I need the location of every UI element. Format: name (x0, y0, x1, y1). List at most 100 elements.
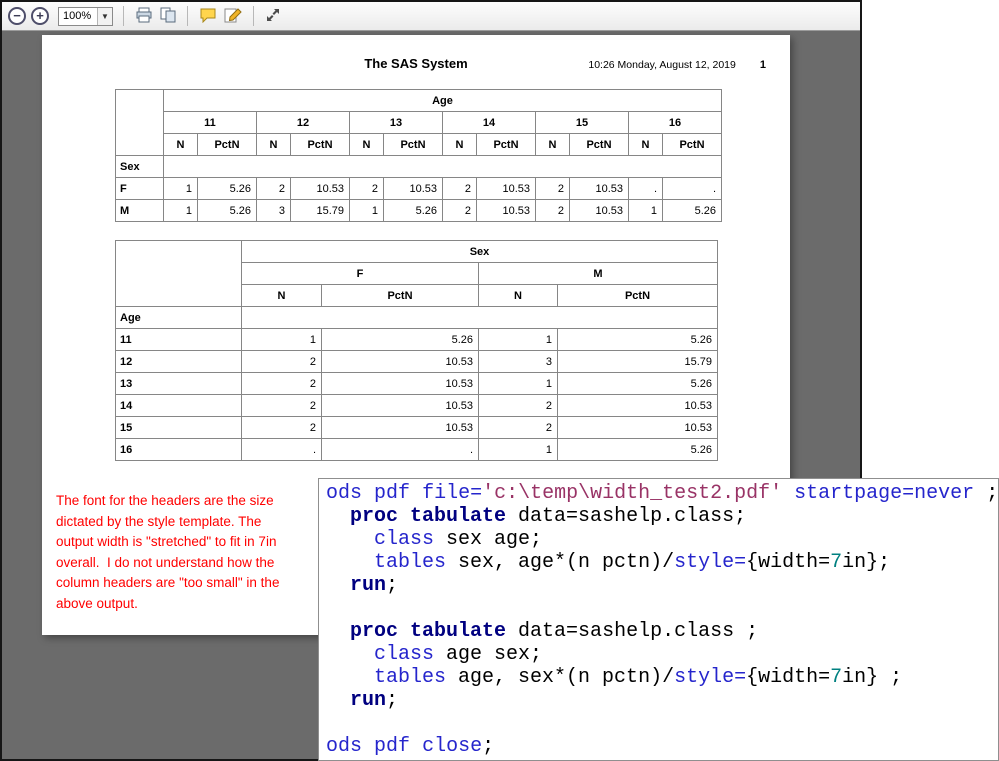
annotate-button[interactable] (223, 6, 243, 27)
data-cell: 10.53 (477, 178, 536, 200)
table-row: F15.26210.53210.53210.53210.53.. (116, 178, 722, 200)
code-token: sex age; (434, 528, 542, 551)
code-line: class sex age; (326, 528, 998, 551)
data-cell: 5.26 (558, 373, 718, 395)
statistic-header: PctN (291, 134, 350, 156)
note-line: dictated by the style template. The (56, 512, 279, 533)
data-cell: 2 (350, 178, 384, 200)
zoom-level-dropdown[interactable]: 100% ▼ (58, 7, 113, 26)
data-cell: 2 (536, 178, 570, 200)
print-button[interactable] (134, 6, 154, 27)
code-token (326, 620, 350, 643)
table-row: 13210.5315.26 (116, 373, 718, 395)
plus-icon: + (36, 9, 44, 23)
annotate-pencil-icon (224, 7, 242, 26)
data-cell: 10.53 (322, 395, 479, 417)
statistic-header: N (242, 285, 322, 307)
code-token: ; (386, 574, 398, 597)
column-group-header: 11 (164, 112, 257, 134)
statistic-header: PctN (663, 134, 722, 156)
data-cell: 2 (479, 417, 558, 439)
table-row: 12210.53315.79 (116, 351, 718, 373)
sas-tabulate-table: SexFMNPctNNPctNAge1115.2615.2612210.5331… (115, 240, 718, 461)
code-line: run; (326, 574, 998, 597)
statistic-header: N (164, 134, 198, 156)
viewer-toolbar: − + 100% ▼ (2, 2, 860, 31)
row-label-cell: 14 (116, 395, 242, 417)
table-stub-cell (116, 90, 164, 156)
data-cell: 3 (479, 351, 558, 373)
column-dimension-header: Age (164, 90, 722, 112)
code-token: {width= (746, 666, 830, 689)
table-stub-cell (116, 241, 242, 307)
statistic-header: PctN (198, 134, 257, 156)
data-cell: 1 (350, 200, 384, 222)
data-cell: 10.53 (558, 417, 718, 439)
comment-button[interactable] (198, 6, 218, 27)
data-cell: 10.53 (384, 178, 443, 200)
data-cell: 5.26 (384, 200, 443, 222)
code-token: close (422, 735, 482, 758)
code-token (326, 643, 374, 666)
data-cell: 2 (536, 200, 570, 222)
statistic-header: N (536, 134, 570, 156)
commentary-note: The font for the headers are the sizedic… (56, 491, 279, 614)
note-line: overall. I do not understand how the (56, 553, 279, 574)
row-label-cell: 15 (116, 417, 242, 439)
sas-code-block: ods pdf file='c:\temp\width_test2.pdf' s… (326, 482, 998, 758)
code-token: 'c:\temp\width_test2.pdf' (482, 482, 782, 505)
row-dimension-row: Age (116, 307, 718, 329)
data-cell: 10.53 (322, 417, 479, 439)
comment-icon (199, 7, 217, 26)
zoom-in-button[interactable]: + (31, 7, 49, 25)
code-token (326, 528, 374, 551)
data-cell: 5.26 (663, 200, 722, 222)
code-token: ods (326, 482, 362, 505)
code-token: data=sashelp.class ; (506, 620, 758, 643)
data-cell: 10.53 (322, 373, 479, 395)
report-meta: 10:26 Monday, August 12, 2019 1 (588, 59, 766, 71)
data-cell: . (663, 178, 722, 200)
minus-icon: − (13, 9, 21, 23)
zoom-out-button[interactable]: − (8, 7, 26, 25)
table-row: 14210.53210.53 (116, 395, 718, 417)
column-group-header: 12 (257, 112, 350, 134)
page-layout-button[interactable] (159, 6, 177, 27)
code-token: tables (374, 551, 446, 574)
data-cell: 2 (479, 395, 558, 417)
statistic-header: PctN (558, 285, 718, 307)
fullscreen-button[interactable] (264, 6, 282, 27)
data-cell: 1 (479, 439, 558, 461)
code-token (362, 482, 374, 505)
data-cell: 5.26 (322, 329, 479, 351)
code-token (410, 482, 422, 505)
code-token: run (350, 574, 386, 597)
data-cell: 1 (164, 200, 198, 222)
data-cell: 15.79 (558, 351, 718, 373)
row-label-cell: 16 (116, 439, 242, 461)
code-line: ods pdf close; (326, 735, 998, 758)
code-token (326, 551, 374, 574)
print-icon (135, 7, 153, 26)
tabulate-table-age-columns: Age111213141516NPctNNPctNNPctNNPctNNPctN… (115, 89, 722, 222)
code-line (326, 597, 998, 620)
code-token: age, sex*(n pctn)/ (446, 666, 674, 689)
data-cell: 10.53 (322, 351, 479, 373)
sas-code-panel: ods pdf file='c:\temp\width_test2.pdf' s… (318, 478, 999, 761)
page-layout-icon (160, 7, 176, 26)
code-token (326, 505, 350, 528)
table-row: 15210.53210.53 (116, 417, 718, 439)
report-page-number: 1 (760, 59, 766, 71)
code-line (326, 712, 998, 735)
row-dimension-header: Sex (116, 156, 164, 178)
code-token: 7 (830, 666, 842, 689)
row-dimension-header: Age (116, 307, 242, 329)
sas-tabulate-table: Age111213141516NPctNNPctNNPctNNPctNNPctN… (115, 89, 722, 222)
code-token: run (350, 689, 386, 712)
code-token: style= (674, 666, 746, 689)
statistic-header: PctN (384, 134, 443, 156)
code-token: ; (386, 689, 398, 712)
data-cell: 10.53 (477, 200, 536, 222)
code-token: tables (374, 666, 446, 689)
code-token: pdf (374, 482, 410, 505)
